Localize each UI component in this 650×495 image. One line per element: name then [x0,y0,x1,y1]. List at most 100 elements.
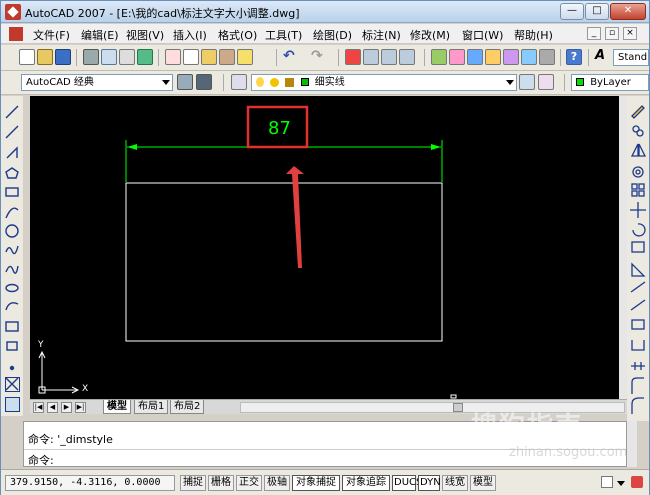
horizontal-scrollbar[interactable] [240,402,625,413]
layer-combo[interactable]: 细实线 [251,74,517,91]
command-prompt[interactable]: 命令: [28,452,54,468]
spline-icon[interactable] [5,265,19,274]
pan-icon[interactable] [345,49,361,65]
undo-icon[interactable]: ↶ [283,49,299,65]
workspace-save-icon[interactable] [196,74,212,90]
menu-view[interactable]: 视图(V) [126,27,164,43]
3d-publish-icon[interactable] [137,49,153,65]
layer-manager-icon[interactable] [231,74,247,90]
autocad-logo-icon[interactable] [5,4,21,20]
chamfer-icon[interactable] [631,377,644,394]
print-preview-icon[interactable] [101,49,117,65]
first-tab-button[interactable]: |◀ [33,402,44,413]
dimension-text[interactable]: 87 [268,118,291,139]
insert-block-icon[interactable] [5,321,19,332]
table-icon[interactable] [5,377,20,392]
stretch-icon[interactable] [631,262,646,277]
new-file-icon[interactable] [19,49,35,65]
command-scrollbar[interactable] [627,421,637,467]
extend-icon[interactable] [630,299,646,311]
cut-icon[interactable] [165,49,181,65]
tab-layout1[interactable]: 布局1 [134,400,169,414]
color-combo[interactable]: ByLayer [571,74,649,91]
paste-icon[interactable] [201,49,217,65]
save-icon[interactable] [55,49,71,65]
minimize-button[interactable]: — [560,3,584,20]
ducs-toggle[interactable]: DUCS [392,475,422,491]
rectangle-geometry[interactable] [125,182,443,342]
break-at-point-icon[interactable] [631,319,645,330]
menu-edit[interactable]: 编辑(E) [81,27,119,43]
block-editor-icon[interactable] [237,49,253,65]
make-block-icon[interactable] [6,341,18,351]
workspace-settings-icon[interactable] [177,74,193,90]
model-toggle[interactable]: 模型 [470,475,496,491]
menu-format[interactable]: 格式(O) [218,27,257,43]
last-tab-button[interactable]: ▶| [75,402,86,413]
ellipse-arc-icon[interactable] [5,302,19,311]
line-tool-icon[interactable] [5,105,19,119]
doc-minimize-button[interactable]: _ [587,27,601,40]
menu-dimension[interactable]: 标注(N) [362,27,401,43]
command-window[interactable]: 命令: '_dimstyle 命令: [23,421,627,467]
layer-previous-icon[interactable] [538,74,554,90]
multiline-text-icon[interactable] [5,397,20,412]
maximize-button[interactable]: □ [585,3,609,20]
doc-restore-button[interactable]: ▫ [605,27,619,40]
clean-screen-icon[interactable] [631,476,643,488]
status-menu-arrow-icon[interactable] [617,481,625,486]
tab-model[interactable]: 模型 [103,400,131,414]
tab-layout2[interactable]: 布局2 [170,400,205,414]
menu-insert[interactable]: 插入(I) [173,27,207,43]
construction-line-icon[interactable] [5,125,19,139]
horizontal-scroll-thumb[interactable] [453,403,463,412]
lineweight-toggle[interactable]: 线宽 [442,475,468,491]
menu-help[interactable]: 帮助(H) [514,27,553,43]
prev-tab-button[interactable]: ◀ [47,402,58,413]
sheet-set-icon[interactable] [485,49,501,65]
ortho-toggle[interactable]: 正交 [236,475,262,491]
rotate-icon[interactable] [632,223,646,237]
close-button[interactable]: ✕ [610,3,646,20]
trim-icon[interactable] [630,281,646,293]
tool-palettes-icon[interactable] [467,49,483,65]
mirror-icon[interactable] [630,143,647,157]
arc-icon[interactable] [5,207,19,219]
snap-toggle[interactable]: 捕捉 [180,475,206,491]
point-icon[interactable] [9,365,15,371]
polyline-icon[interactable] [6,146,18,159]
dbconnect-icon[interactable] [521,49,537,65]
menu-draw[interactable]: 绘图(D) [313,27,352,43]
redo-icon[interactable]: ↷ [311,49,327,65]
scale-icon[interactable] [631,241,645,253]
zoom-window-icon[interactable] [381,49,397,65]
move-icon[interactable] [630,202,646,218]
polygon-icon[interactable] [5,167,19,179]
ellipse-icon[interactable] [5,283,19,293]
coordinate-readout[interactable]: 379.9150, -4.3116, 0.0000 [5,475,175,491]
doc-close-button[interactable]: × [623,27,637,40]
print-icon[interactable] [83,49,99,65]
vertical-scrollbar[interactable] [619,96,627,399]
revision-cloud-icon[interactable] [5,245,19,255]
join-icon[interactable] [631,362,645,370]
design-center-icon[interactable] [449,49,465,65]
open-file-icon[interactable] [37,49,53,65]
otrack-toggle[interactable]: 对象追踪 [342,475,390,491]
match-properties-icon[interactable] [219,49,235,65]
osnap-toggle[interactable]: 对象捕捉 [292,475,340,491]
menu-file[interactable]: 文件(F) [33,27,70,43]
zoom-previous-icon[interactable] [399,49,415,65]
offset-icon[interactable] [632,166,644,178]
document-icon[interactable] [9,27,23,41]
fillet-icon[interactable] [631,397,644,414]
text-style-icon[interactable]: A [595,49,611,65]
rectangle-icon[interactable] [5,187,19,197]
help-icon[interactable]: ? [566,49,582,65]
drawing-area[interactable]: 87 Y X [30,96,619,399]
grid-toggle[interactable]: 栅格 [208,475,234,491]
text-style-combo[interactable]: Stand [613,49,649,66]
communication-center-icon[interactable] [601,476,613,488]
array-icon[interactable] [631,183,638,190]
menu-window[interactable]: 窗口(W) [462,27,503,43]
